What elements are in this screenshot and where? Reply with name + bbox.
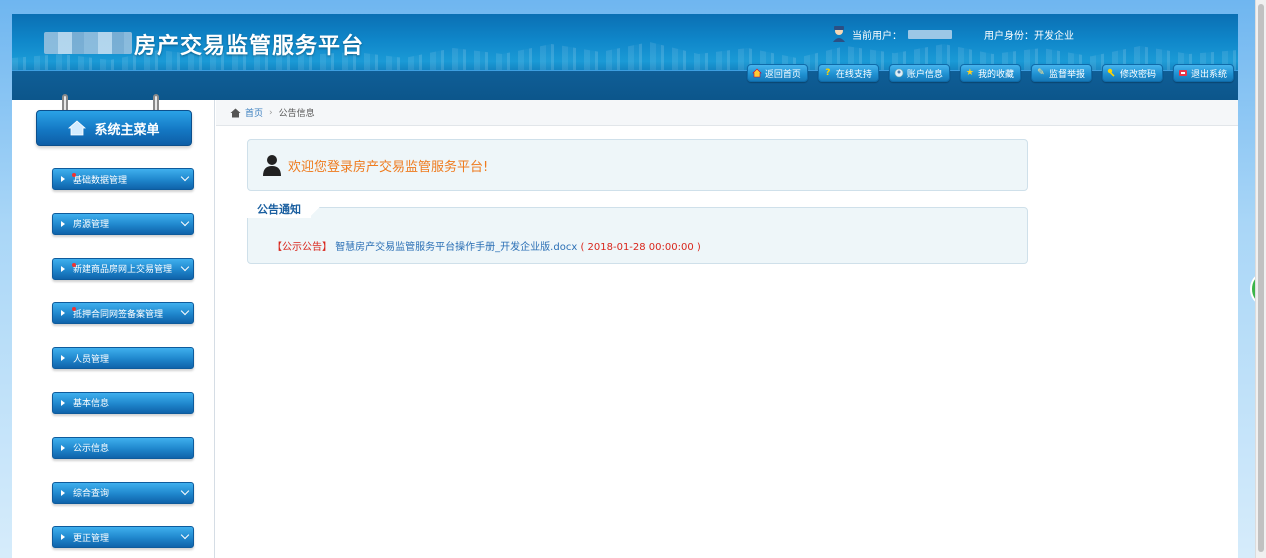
play-triangle-icon bbox=[61, 220, 65, 227]
scrollbar-thumb[interactable] bbox=[1258, 4, 1264, 552]
sidebar-item-label: 更正管理 bbox=[73, 533, 110, 544]
notice-title: 公告通知 bbox=[247, 200, 325, 218]
sidebar-item-personnel[interactable]: 人员管理 bbox=[52, 347, 194, 370]
home-button-label: 返回首页 bbox=[764, 69, 801, 80]
breadcrumb-separator: › bbox=[269, 107, 273, 118]
sidebar-item-label: 基础数据管理 bbox=[73, 175, 128, 186]
user-info: 当前用户： 用户身份： 开发企业 bbox=[832, 26, 1074, 42]
home-icon bbox=[230, 108, 241, 117]
sidebar-item-label: 房源管理 bbox=[73, 220, 110, 231]
current-user-name-redacted bbox=[908, 29, 952, 39]
chevron-down-icon bbox=[180, 172, 190, 182]
notice-date: ( 2018-01-28 00:00:00 ) bbox=[580, 242, 701, 253]
play-triangle-icon bbox=[61, 355, 65, 362]
role-label: 用户身份： bbox=[984, 30, 1034, 42]
sidebar: 系统主菜单 基础数据管理 房源管理 新建商品房网上交易管理 抵押合同网签备案管理… bbox=[12, 94, 215, 558]
favorites-label: 我的收藏 bbox=[977, 69, 1014, 80]
main-menu-header: 系统主菜单 bbox=[36, 110, 192, 146]
play-triangle-icon bbox=[61, 489, 65, 496]
logout-button[interactable]: 退出系统 bbox=[1172, 64, 1234, 82]
sidebar-item-public-info[interactable]: 公示信息 bbox=[52, 436, 194, 459]
question-icon: ? bbox=[825, 67, 831, 78]
sidebar-item-new-housing-trade[interactable]: 新建商品房网上交易管理 bbox=[52, 257, 194, 280]
main-menu-header-wrap: 系统主菜单 bbox=[36, 94, 192, 150]
sidebar-item-basic-data[interactable]: 基础数据管理 bbox=[52, 168, 194, 190]
user-avatar-icon bbox=[833, 26, 845, 42]
play-triangle-icon bbox=[61, 176, 65, 182]
main-content: 首页 › 公告信息 欢迎您登录房产交易监管服务平台! 公告通知 【公示公告】 智… bbox=[216, 100, 1238, 558]
play-triangle-icon bbox=[61, 399, 65, 406]
alert-dot-icon bbox=[72, 173, 76, 177]
sidebar-item-label: 新建商品房网上交易管理 bbox=[73, 265, 173, 276]
sidebar-item-housing[interactable]: 房源管理 bbox=[52, 212, 194, 235]
sidebar-item-basic-info[interactable]: 基本信息 bbox=[52, 391, 194, 414]
home-button[interactable]: 返回首页 bbox=[746, 64, 808, 82]
breadcrumb-current: 公告信息 bbox=[278, 109, 315, 119]
sidebar-item-label: 人员管理 bbox=[73, 354, 110, 365]
sidebar-item-correction[interactable]: 更正管理 bbox=[52, 526, 194, 549]
account-icon bbox=[894, 68, 904, 78]
chevron-down-icon bbox=[180, 307, 190, 316]
chevron-down-icon bbox=[180, 486, 190, 495]
notice-document-link[interactable]: 智慧房产交易监管服务平台操作手册_开发企业版.docx bbox=[335, 242, 577, 253]
exit-icon bbox=[1178, 68, 1188, 78]
report-button[interactable]: ✎ 监督举报 bbox=[1030, 64, 1092, 82]
app-frame: 房产交易监管服务平台 当前用户： 用户身份： 开发企业 返回首页 ? 在线支持 bbox=[12, 14, 1238, 558]
key-icon bbox=[1107, 68, 1117, 78]
sidebar-item-query[interactable]: 综合查询 bbox=[52, 481, 194, 504]
online-support-label: 在线支持 bbox=[835, 69, 872, 80]
main-menu-title: 系统主菜单 bbox=[94, 122, 160, 138]
account-info-label: 账户信息 bbox=[906, 69, 943, 80]
breadcrumb: 首页 › 公告信息 bbox=[216, 100, 1238, 126]
current-user-label: 当前用户： bbox=[852, 30, 902, 42]
notice-panel: 公告通知 【公示公告】 智慧房产交易监管服务平台操作手册_开发企业版.docx … bbox=[247, 200, 1028, 264]
chevron-down-icon bbox=[180, 262, 190, 271]
sidebar-item-label: 公示信息 bbox=[73, 444, 110, 455]
breadcrumb-home-link[interactable]: 首页 bbox=[245, 106, 263, 119]
play-triangle-icon bbox=[61, 310, 65, 317]
sidebar-item-label: 抵押合同网签备案管理 bbox=[73, 309, 164, 320]
report-icon: ✎ bbox=[1037, 67, 1045, 78]
alert-dot-icon bbox=[72, 262, 76, 267]
play-triangle-icon bbox=[61, 444, 65, 451]
top-header: 房产交易监管服务平台 当前用户： 用户身份： 开发企业 返回首页 ? 在线支持 bbox=[12, 14, 1238, 100]
top-button-bar: 返回首页 ? 在线支持 账户信息 ★ 我的收藏 ✎ 监督举报 修改密码 退出系统 bbox=[746, 64, 1234, 82]
role-value: 开发企业 bbox=[1034, 30, 1074, 42]
logout-label: 退出系统 bbox=[1190, 69, 1227, 80]
sidebar-menu: 基础数据管理 房源管理 新建商品房网上交易管理 抵押合同网签备案管理 人员管理 … bbox=[52, 168, 194, 558]
favorites-button[interactable]: ★ 我的收藏 bbox=[959, 64, 1021, 82]
welcome-message: 欢迎您登录房产交易监管服务平台! bbox=[288, 159, 489, 175]
notice-item: 【公示公告】 智慧房产交易监管服务平台操作手册_开发企业版.docx ( 201… bbox=[272, 238, 701, 253]
change-password-label: 修改密码 bbox=[1119, 69, 1156, 80]
sidebar-item-mortgage-contract[interactable]: 抵押合同网签备案管理 bbox=[52, 302, 194, 325]
home-icon bbox=[752, 68, 762, 78]
account-info-button[interactable]: 账户信息 bbox=[888, 64, 950, 82]
page-scrollbar[interactable] bbox=[1255, 0, 1266, 558]
notice-tag: 【公示公告】 bbox=[272, 242, 332, 253]
person-icon bbox=[263, 155, 281, 176]
logo-redacted bbox=[44, 32, 132, 54]
chevron-down-icon bbox=[180, 531, 190, 540]
site-title: 房产交易监管服务平台 bbox=[134, 34, 365, 59]
sidebar-item-label: 基本信息 bbox=[73, 399, 110, 410]
report-label: 监督举报 bbox=[1048, 69, 1085, 80]
change-password-button[interactable]: 修改密码 bbox=[1101, 64, 1163, 82]
sidebar-item-label: 综合查询 bbox=[73, 489, 110, 500]
star-icon: ★ bbox=[965, 67, 974, 78]
play-triangle-icon bbox=[61, 265, 65, 272]
play-triangle-icon bbox=[61, 534, 65, 541]
welcome-panel: 欢迎您登录房产交易监管服务平台! bbox=[247, 139, 1028, 191]
chevron-down-icon bbox=[180, 217, 190, 227]
online-support-button[interactable]: ? 在线支持 bbox=[817, 64, 879, 82]
home-house-icon bbox=[68, 120, 87, 136]
